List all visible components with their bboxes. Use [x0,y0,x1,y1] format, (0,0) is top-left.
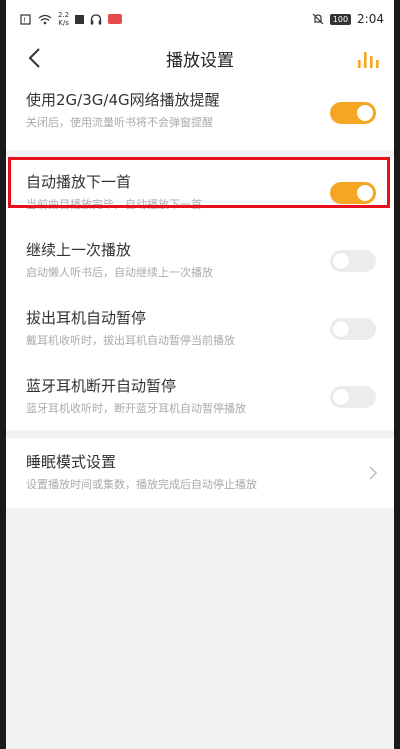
svg-text:!: ! [23,16,26,24]
toggle-knob [333,321,349,337]
clock: 2:04 [357,12,384,26]
player-button[interactable] [356,46,380,70]
battery-icon: 100 [329,13,352,25]
network-speed: 2.2 K/s [58,11,69,27]
setting-row-autoplay-next: 自动播放下一首 当前曲目播放完毕，自动播放下一首 [6,158,394,226]
setting-title: 拔出耳机自动暂停 [26,309,147,327]
setting-row-network-reminder: 使用2G/3G/4G网络播放提醒 关闭后，使用流量听书将不会弹窗提醒 [6,78,394,150]
status-bar: ! 2.2 K/s 100 2:04 [6,0,394,38]
setting-row-unplug-pause: 拔出耳机自动暂停 戴耳机收听时，拔出耳机自动暂停当前播放 [6,294,394,362]
chevron-left-icon [28,48,40,68]
section-divider [6,430,394,438]
resume-last-toggle[interactable] [330,250,376,272]
sleep-mode-row[interactable]: 睡眠模式设置 设置播放时间或集数，播放完成后自动停止播放 [6,438,394,508]
setting-subtitle: 当前曲目播放完毕，自动播放下一首 [26,198,202,211]
setting-title: 继续上一次播放 [26,241,132,259]
setting-title: 蓝牙耳机断开自动暂停 [26,377,177,395]
playback-section: 自动播放下一首 当前曲目播放完毕，自动播放下一首 继续上一次播放 启动懒人听书后… [6,158,394,430]
headphones-icon [90,13,102,24]
autoplay-next-toggle[interactable] [330,182,376,204]
mute-icon [312,13,324,25]
setting-subtitle: 戴耳机收听时，拔出耳机自动暂停当前播放 [26,334,235,347]
network-speed-unit: K/s [58,19,69,27]
wifi-icon [38,14,52,24]
network-reminder-toggle[interactable] [330,102,376,124]
setting-subtitle: 关闭后，使用流量听书将不会弹窗提醒 [26,116,213,129]
status-right: 100 2:04 [312,12,384,26]
setting-subtitle: 启动懒人听书后，自动继续上一次播放 [26,266,213,279]
page-title: 播放设置 [166,50,234,71]
toggle-knob [357,185,373,201]
sleep-mode-title: 睡眠模式设置 [26,453,117,471]
back-button[interactable] [22,46,46,70]
network-speed-value: 2.2 [58,11,70,19]
equalizer-bars-icon [358,52,379,68]
notification-square-icon [75,14,85,24]
chevron-right-icon [369,466,378,480]
status-left: ! 2.2 K/s [20,11,123,27]
setting-subtitle: 蓝牙耳机收听时，断开蓝牙耳机自动暂停播放 [26,402,246,415]
setting-title: 使用2G/3G/4G网络播放提醒 [26,91,220,109]
toggle-knob [357,105,373,121]
section-divider [6,150,394,158]
signal-icon: ! [20,13,31,25]
app-notification-icon [108,14,123,24]
setting-row-resume-last: 继续上一次播放 启动懒人听书后，自动继续上一次播放 [6,226,394,294]
setting-row-bluetooth-pause: 蓝牙耳机断开自动暂停 蓝牙耳机收听时，断开蓝牙耳机自动暂停播放 [6,362,394,430]
toggle-knob [333,253,349,269]
sleep-mode-subtitle: 设置播放时间或集数，播放完成后自动停止播放 [26,478,257,491]
setting-title: 自动播放下一首 [26,173,132,191]
toggle-knob [333,389,349,405]
sleep-section: 睡眠模式设置 设置播放时间或集数，播放完成后自动停止播放 [6,438,394,508]
top-nav-bar: 播放设置 [6,38,394,78]
bluetooth-pause-toggle[interactable] [330,386,376,408]
settings-screen: ! 2.2 K/s 100 2:04 播放设置 使用2G/3G/4G网络播放提醒… [6,0,394,749]
unplug-pause-toggle[interactable] [330,318,376,340]
network-section: 使用2G/3G/4G网络播放提醒 关闭后，使用流量听书将不会弹窗提醒 [6,78,394,150]
